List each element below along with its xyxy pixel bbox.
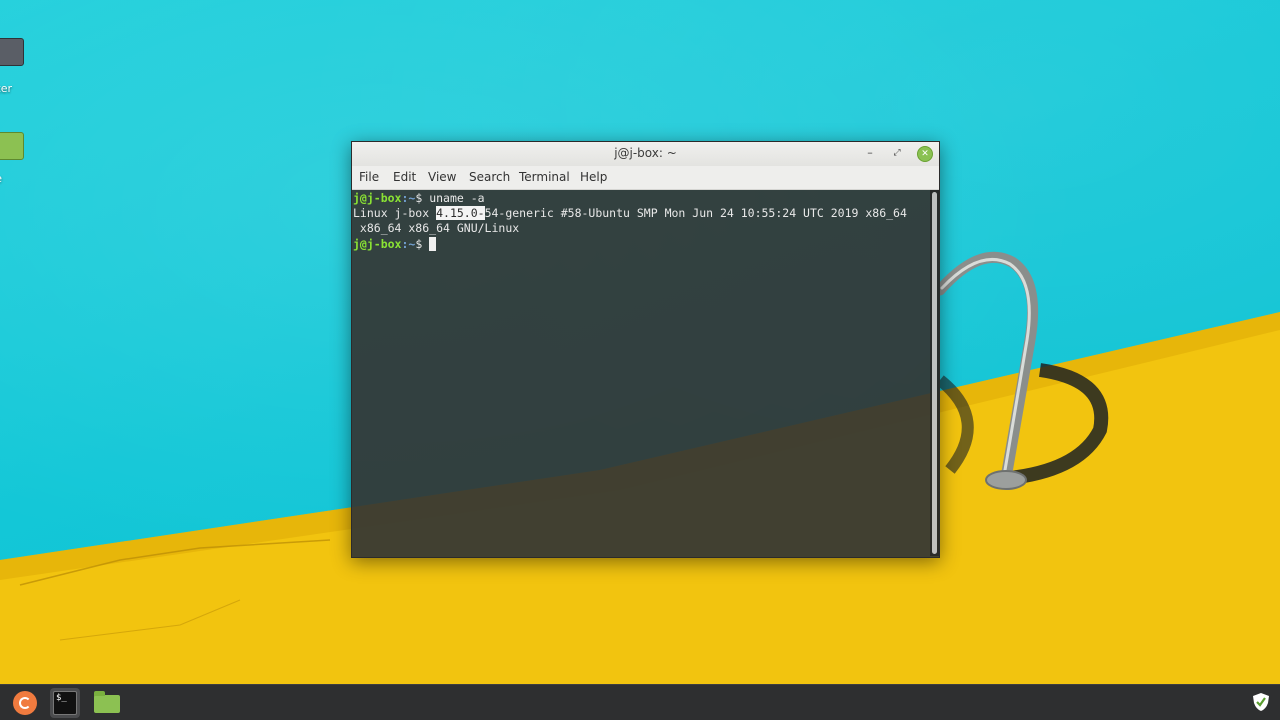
taskbar-terminal-button[interactable]: $_ xyxy=(50,688,80,718)
prompt: j@j-box:~ xyxy=(353,237,415,251)
taskbar: $_ xyxy=(0,684,1280,720)
menu-terminal[interactable]: Terminal xyxy=(519,170,570,184)
menu-help[interactable]: Help xyxy=(580,170,607,184)
close-button[interactable]: ✕ xyxy=(917,146,933,162)
output-continuation: x86_64 x86_64 GNU/Linux xyxy=(353,221,520,235)
shield-icon[interactable] xyxy=(1252,692,1270,712)
selected-text: 4.15.0- xyxy=(436,206,485,220)
minimize-button[interactable]: – xyxy=(863,146,877,160)
taskbar-files-button[interactable] xyxy=(92,688,122,718)
window-titlebar[interactable]: j@j-box: ~ – ⤢ ✕ xyxy=(352,142,939,167)
home-icon-label: me xyxy=(0,172,2,185)
prompt: j@j-box:~ xyxy=(353,191,415,205)
output-prefix: Linux j-box xyxy=(353,206,437,220)
terminal-line: Linux j-box 4.15.0-54-generic #58-Ubuntu… xyxy=(353,206,907,222)
mint-menu-icon xyxy=(13,691,37,715)
computer-icon-label: uter xyxy=(0,82,12,95)
home-folder-icon xyxy=(0,132,24,160)
terminal-output-area[interactable]: j@j-box:~$ uname -a Linux j-box 4.15.0-5… xyxy=(352,190,930,556)
terminal-line: j@j-box:~$ xyxy=(353,237,437,253)
menu-view[interactable]: View xyxy=(428,170,456,184)
prompt-path: :~ xyxy=(401,191,416,205)
start-menu-button[interactable] xyxy=(10,688,40,718)
menu-bar: File Edit View Search Terminal Help xyxy=(352,166,939,190)
terminal-window[interactable]: j@j-box: ~ – ⤢ ✕ File Edit View Search T… xyxy=(351,141,940,558)
scrollbar[interactable] xyxy=(930,190,939,556)
menu-edit[interactable]: Edit xyxy=(393,170,416,184)
prompt-user: j@j-box xyxy=(353,237,402,251)
text-cursor xyxy=(429,237,437,251)
menu-search[interactable]: Search xyxy=(469,170,510,184)
terminal-line: j@j-box:~$ uname -a xyxy=(353,191,485,207)
home-desktop-icon[interactable]: me xyxy=(0,132,28,185)
prompt-symbol: $ xyxy=(415,191,423,205)
output-rest: 54-generic #58-Ubuntu SMP Mon Jun 24 10:… xyxy=(484,206,907,220)
folder-icon xyxy=(94,691,120,713)
prompt-user: j@j-box xyxy=(353,191,402,205)
terminal-icon: $_ xyxy=(53,691,77,715)
window-title: j@j-box: ~ xyxy=(614,146,677,160)
prompt-symbol: $ xyxy=(415,237,423,251)
scrollbar-thumb[interactable] xyxy=(932,192,937,554)
ladder-base xyxy=(985,470,1027,490)
prompt-path: :~ xyxy=(401,237,416,251)
computer-desktop-icon[interactable]: uter xyxy=(0,38,28,95)
terminal-line: x86_64 x86_64 GNU/Linux xyxy=(353,221,519,237)
command-text: uname -a xyxy=(429,191,485,205)
computer-icon xyxy=(0,38,24,66)
menu-file[interactable]: File xyxy=(359,170,379,184)
maximize-button[interactable]: ⤢ xyxy=(890,146,904,160)
